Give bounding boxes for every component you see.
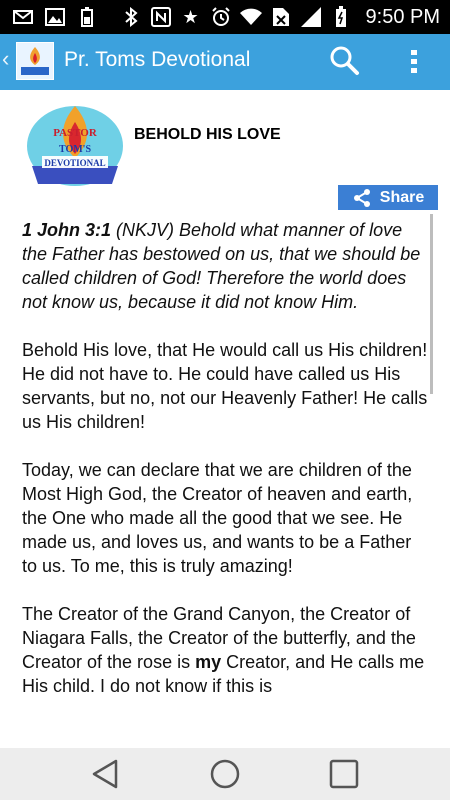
wifi-icon [239,6,262,28]
mail-icon [12,6,34,28]
overflow-menu-button[interactable] [402,44,426,78]
logo-line-1: PASTOR [53,127,98,139]
home-icon [210,759,240,789]
paragraph: Behold His love, that He would call us H… [22,340,428,432]
up-chevron-icon[interactable]: ‹ [2,46,9,72]
bluetooth-icon [120,6,142,28]
emphasis: my [195,652,222,672]
nfc-icon [150,6,172,28]
battery-icon [330,6,352,28]
search-button[interactable] [328,44,362,78]
star-icon: ★ [182,6,199,27]
image-icon [44,6,66,28]
devotional-logo: PASTOR TOM'S DEVOTIONAL [20,100,130,188]
scrollbar[interactable] [430,214,433,394]
clock: 9:50 PM [365,5,440,28]
system-icons: ★ 9:50 PM [120,0,440,34]
paragraph: Today, we can declare that we are childr… [22,460,413,576]
back-icon [92,759,118,789]
alarm-icon [210,6,232,28]
search-icon [330,46,359,75]
share-button[interactable]: Share [338,185,438,210]
share-label: Share [379,188,425,206]
notification-icons [0,6,98,28]
paragraph: The Creator of the Grand Canyon, the Cre… [22,604,425,696]
no-sim-icon [270,6,292,28]
battery-small-icon [76,6,98,28]
recents-icon [329,759,359,789]
navigation-bar [0,748,450,800]
share-icon [353,188,370,207]
status-bar: ★ 9:50 PM [0,0,450,34]
more-vert-icon [411,50,417,73]
scripture-paragraph: 1 John 3:1 (NKJV) Behold what manner of … [22,218,430,314]
app-title: Pr. Toms Devotional [64,48,251,71]
scripture-reference: 1 John 3:1 [22,220,112,240]
back-button[interactable] [88,758,124,790]
app-logo[interactable] [16,42,54,80]
recents-button[interactable] [326,758,362,790]
signal-icon [300,6,322,28]
post-title: BEHOLD HIS LOVE [134,126,281,143]
logo-line-2: TOM'S [59,144,91,155]
home-button[interactable] [207,758,243,790]
app-bar: ‹ Pr. Toms Devotional [0,34,450,90]
logo-line-3: DEVOTIONAL [44,158,105,168]
devotional-content[interactable]: 1 John 3:1 (NKJV) Behold what manner of … [22,218,430,748]
